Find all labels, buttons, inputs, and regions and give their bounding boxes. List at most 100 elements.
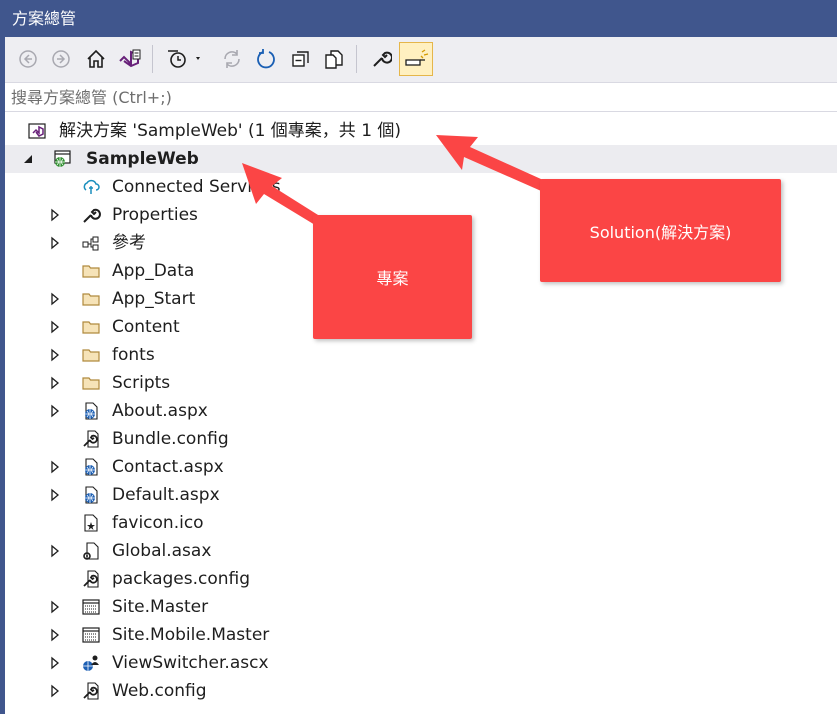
title-bar: 方案總管 — [0, 0, 837, 37]
item-label: App_Data — [112, 261, 195, 281]
collapsed-arrow-icon[interactable] — [48, 460, 62, 474]
refresh-button[interactable] — [250, 43, 282, 75]
collapsed-arrow-icon[interactable] — [48, 292, 62, 306]
toolbar-separator — [152, 45, 153, 73]
home-icon — [87, 49, 105, 68]
project-callout-text: 專案 — [376, 269, 409, 288]
preview-selected-button[interactable] — [399, 42, 433, 76]
item-label: Connected Services — [112, 177, 281, 197]
toolbar — [5, 37, 837, 82]
tree-row-about-aspx[interactable]: About.aspx — [5, 397, 837, 425]
collapsed-arrow-icon[interactable] — [48, 376, 62, 390]
sync-icon — [224, 50, 240, 68]
wrench-icon — [83, 208, 101, 223]
search-input[interactable] — [11, 86, 831, 108]
item-label: Content — [112, 317, 180, 337]
collapsed-arrow-icon[interactable] — [48, 320, 62, 334]
collapsed-arrow-icon[interactable] — [48, 544, 62, 558]
user-control-icon — [83, 655, 99, 671]
config-file-icon — [83, 682, 99, 700]
tree-row-web-config[interactable]: Web.config — [5, 677, 837, 705]
tree-row-contact-aspx[interactable]: Contact.aspx — [5, 453, 837, 481]
item-label: Contact.aspx — [112, 457, 224, 477]
project-label: SampleWeb — [86, 149, 199, 169]
collapsed-arrow-icon[interactable] — [48, 404, 62, 418]
web-page-icon — [85, 402, 98, 420]
toolbar-separator — [356, 45, 357, 73]
config-file-icon — [83, 570, 99, 588]
folder-icon — [82, 321, 100, 334]
item-label: 參考 — [112, 233, 146, 253]
forward-button[interactable] — [45, 43, 77, 75]
item-label: App_Start — [112, 289, 196, 309]
visual-studio-icon — [119, 49, 141, 68]
refresh-icon — [257, 49, 275, 69]
folder-icon — [82, 293, 100, 306]
sync-button[interactable] — [216, 43, 248, 75]
collapsed-arrow-icon[interactable] — [48, 236, 62, 250]
folder-icon — [82, 265, 100, 278]
tree-row-default-aspx[interactable]: Default.aspx — [5, 481, 837, 509]
forward-arrow-icon — [52, 50, 70, 68]
item-label: Web.config — [112, 681, 207, 701]
collapsed-arrow-icon[interactable] — [48, 488, 62, 502]
connected-services-icon — [83, 179, 100, 194]
collapsed-arrow-icon[interactable] — [48, 628, 62, 642]
collapsed-arrow-icon[interactable] — [48, 600, 62, 614]
back-button[interactable] — [12, 43, 44, 75]
tree-row-favicon[interactable]: favicon.ico — [5, 509, 837, 537]
web-page-icon — [85, 486, 98, 504]
pending-changes-filter-button[interactable] — [163, 43, 207, 75]
clock-filter-icon — [168, 50, 200, 68]
tree-row-bundle-config[interactable]: Bundle.config — [5, 425, 837, 453]
preview-icon — [405, 49, 429, 66]
collapse-all-button[interactable] — [285, 43, 317, 75]
tree-row-global-asax[interactable]: Global.asax — [5, 537, 837, 565]
item-label: ViewSwitcher.ascx — [112, 653, 269, 673]
tree-row-project[interactable]: SampleWeb — [5, 145, 837, 173]
show-all-files-icon — [325, 50, 343, 69]
wrench-icon — [373, 51, 392, 67]
solution-callout-text: Solution(解決方案) — [589, 222, 732, 242]
item-label: packages.config — [112, 569, 251, 589]
expanded-arrow-icon[interactable] — [21, 152, 35, 166]
references-icon — [82, 236, 99, 251]
collapse-all-icon — [292, 51, 309, 67]
home-button[interactable] — [80, 43, 112, 75]
icon-file-icon — [84, 514, 98, 532]
folder-icon — [82, 377, 100, 390]
tree-row-fonts[interactable]: fonts — [5, 341, 837, 369]
item-label: fonts — [112, 345, 155, 365]
master-page-icon — [82, 599, 100, 615]
tree-row-viewswitcher-ascx[interactable]: ViewSwitcher.ascx — [5, 649, 837, 677]
item-label: Scripts — [112, 373, 171, 393]
collapsed-arrow-icon[interactable] — [48, 656, 62, 670]
properties-button[interactable] — [365, 43, 397, 75]
tree-row-site-master[interactable]: Site.Master — [5, 593, 837, 621]
item-label: Properties — [112, 205, 198, 225]
tree-row-site-mobile-master[interactable]: Site.Mobile.Master — [5, 621, 837, 649]
item-label: About.aspx — [112, 401, 208, 421]
switch-view-button[interactable] — [113, 43, 145, 75]
show-all-files-button[interactable] — [318, 43, 350, 75]
item-label: Global.asax — [112, 541, 212, 561]
solution-icon — [28, 123, 46, 139]
collapsed-arrow-icon[interactable] — [48, 208, 62, 222]
solution-label: 解決方案 'SampleWeb' (1 個專案，共 1 個) — [59, 121, 402, 141]
collapsed-arrow-icon[interactable] — [48, 348, 62, 362]
item-label: Default.aspx — [112, 485, 220, 505]
web-page-icon — [85, 458, 98, 476]
item-label: Site.Mobile.Master — [112, 625, 270, 645]
project-callout: 專案 — [313, 215, 472, 339]
item-label: favicon.ico — [112, 513, 204, 533]
master-page-icon — [82, 627, 100, 643]
global-asax-icon — [83, 542, 99, 560]
collapsed-arrow-icon[interactable] — [48, 684, 62, 698]
tree-row-packages-config[interactable]: packages.config — [5, 565, 837, 593]
web-project-icon — [54, 150, 71, 167]
back-arrow-icon — [19, 50, 37, 68]
tree-row-scripts[interactable]: Scripts — [5, 369, 837, 397]
item-label: Bundle.config — [112, 429, 229, 449]
tree-row-solution[interactable]: 解決方案 'SampleWeb' (1 個專案，共 1 個) — [5, 117, 837, 145]
folder-icon — [82, 349, 100, 362]
